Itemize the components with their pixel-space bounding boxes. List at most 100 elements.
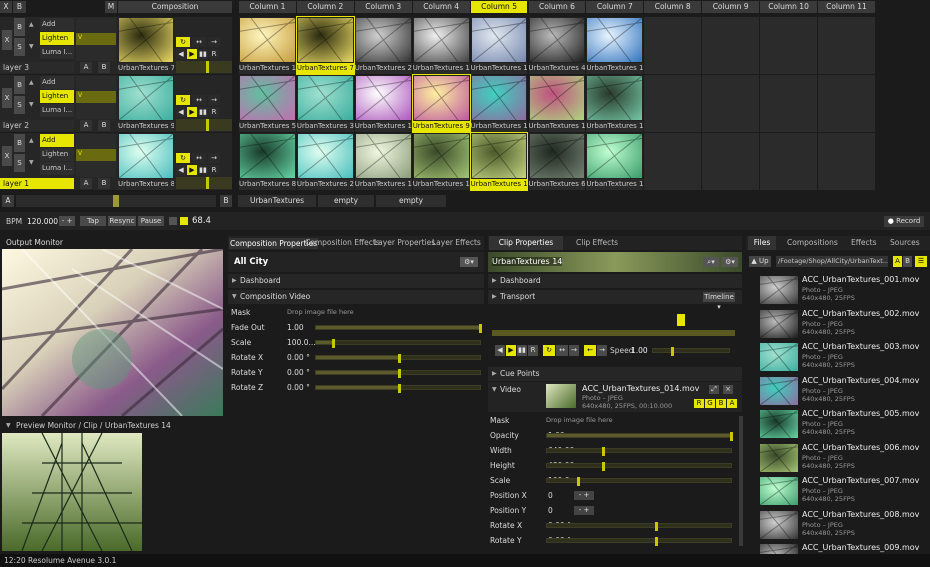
close-icon[interactable]: × xyxy=(723,385,733,394)
layer-opacity-fader[interactable]: V xyxy=(76,134,116,177)
slider-knob[interactable] xyxy=(655,522,658,531)
param-slider[interactable] xyxy=(546,432,733,441)
empty-clip-slot[interactable] xyxy=(818,17,875,74)
param-slider[interactable] xyxy=(315,384,481,393)
slider-knob[interactable] xyxy=(602,447,605,456)
composition-title[interactable]: Composition xyxy=(118,1,232,13)
transport-timeline[interactable] xyxy=(492,314,735,336)
restart-button[interactable]: R xyxy=(528,345,538,356)
resync-button[interactable]: Resync xyxy=(108,216,136,226)
play-button[interactable]: ▶ xyxy=(506,345,516,356)
collapse-icon[interactable]: ▼ xyxy=(6,422,11,429)
clip-slot[interactable]: UrbanTextures 12 xyxy=(239,17,296,74)
layer-deck-b-button[interactable]: B xyxy=(98,178,110,189)
param-value[interactable]: 0 xyxy=(548,488,553,503)
metronome-toggle[interactable] xyxy=(169,217,177,225)
param-slider[interactable] xyxy=(546,447,732,456)
empty-clip-slot[interactable] xyxy=(818,75,875,132)
slider-knob[interactable] xyxy=(398,369,401,378)
tap-button[interactable]: Tap xyxy=(80,216,106,226)
blend-mode-option[interactable]: Luma I... xyxy=(40,104,74,117)
path-dropdown[interactable]: /Footage/Shop/AllCity/UrbanText... xyxy=(776,256,888,267)
file-item[interactable]: ACC_UrbanTextures_008.mov Photo – JPEG 64… xyxy=(760,509,919,541)
blend-mode-option[interactable]: Luma I... xyxy=(40,46,74,59)
pause-icon[interactable]: ▮▮ xyxy=(198,107,208,117)
channel-b-button[interactable]: B xyxy=(716,399,726,408)
clip-slot[interactable]: UrbanTextures 4 xyxy=(528,17,586,74)
deck-b-toggle[interactable]: B xyxy=(903,256,912,267)
clip-slot[interactable]: UrbanTextures 3 xyxy=(296,75,354,132)
restart-icon[interactable]: R xyxy=(209,49,219,59)
clip-position-bar[interactable] xyxy=(176,61,232,73)
comp-clear-button[interactable]: X xyxy=(0,1,12,13)
clip-slot[interactable]: UrbanTextures 1 xyxy=(528,75,586,132)
pause-button[interactable]: Pause xyxy=(138,216,164,226)
layer-name[interactable]: layer 2 xyxy=(0,120,74,131)
deck-item[interactable]: UrbanTextures xyxy=(238,195,316,207)
empty-clip-slot[interactable] xyxy=(760,133,817,190)
slider-knob[interactable] xyxy=(730,432,733,441)
file-item[interactable]: ACC_UrbanTextures_005.mov Photo – JPEG 64… xyxy=(760,408,919,440)
empty-clip-slot[interactable] xyxy=(644,17,702,74)
column-header[interactable]: Column 10 xyxy=(760,1,817,13)
param-slider[interactable] xyxy=(315,354,481,363)
slider-knob[interactable] xyxy=(479,324,482,333)
clip-slot[interactable]: UrbanTextures 7 xyxy=(295,16,355,75)
channel-r-button[interactable]: R xyxy=(694,399,704,408)
play-once-icon[interactable]: → xyxy=(208,37,220,47)
timeline-dropdown[interactable]: Timeline ▾ xyxy=(703,292,735,311)
column-header[interactable]: Column 2 xyxy=(296,1,354,13)
record-button[interactable]: ● Record xyxy=(884,216,924,227)
gear-icon[interactable]: ⚙▾ xyxy=(722,257,738,267)
restart-icon[interactable]: R xyxy=(209,107,219,117)
slider-knob[interactable] xyxy=(671,347,674,356)
clip-slot[interactable]: UrbanTextures 15 xyxy=(586,75,644,132)
reverse-icon[interactable]: ◀ xyxy=(176,49,186,59)
file-item[interactable]: ACC_UrbanTextures_002.mov Photo – JPEG 64… xyxy=(760,308,919,340)
param-value[interactable]: 0.00 ° xyxy=(287,350,310,365)
bounce-icon[interactable]: ↔ xyxy=(192,153,206,163)
bounce-icon[interactable]: ↔ xyxy=(192,37,206,47)
loop-icon[interactable]: ↻ xyxy=(176,153,190,163)
param-slider[interactable] xyxy=(546,477,732,486)
transport-header[interactable]: ▶ Transport Timeline ▾ xyxy=(488,290,742,311)
layer-current-clip[interactable]: UrbanTextures 7 xyxy=(118,17,174,74)
layer-clear-button[interactable]: X xyxy=(2,146,12,166)
bounce-icon[interactable]: ↔ xyxy=(192,95,206,105)
comp-bypass-button[interactable]: B xyxy=(13,1,26,13)
layer-up-icon[interactable]: ▲ xyxy=(29,21,34,28)
column-header[interactable]: Column 9 xyxy=(702,1,760,13)
empty-clip-slot[interactable] xyxy=(702,133,760,190)
tab-effects[interactable]: Effects xyxy=(851,238,877,247)
list-view-icon[interactable]: ☰ xyxy=(915,256,927,267)
position-knob[interactable] xyxy=(206,119,209,131)
deck-a-button[interactable]: A xyxy=(2,195,14,207)
channel-a-button[interactable]: A xyxy=(727,399,737,408)
deck-item[interactable]: empty xyxy=(318,195,374,207)
clip-slot[interactable]: UrbanTextures 18 xyxy=(586,133,644,190)
clip-slot[interactable]: UrbanTextures 19 xyxy=(470,75,528,132)
slider-knob[interactable] xyxy=(398,384,401,393)
speed-slider[interactable] xyxy=(652,347,730,356)
play-icon[interactable]: ▶ xyxy=(187,165,197,175)
empty-clip-slot[interactable] xyxy=(702,17,760,74)
empty-clip-slot[interactable] xyxy=(760,75,817,132)
loop-icon[interactable]: ↻ xyxy=(543,345,555,356)
column-header[interactable]: Column 7 xyxy=(586,1,644,13)
comp-master-button[interactable]: M xyxy=(105,1,117,13)
tab-layer-effects[interactable]: Layer Effects xyxy=(432,238,481,247)
column-header[interactable]: Column 11 xyxy=(818,1,875,13)
clip-dashboard-header[interactable]: ▶ Dashboard xyxy=(488,274,742,288)
layer-solo-button[interactable]: S xyxy=(14,154,25,172)
clip-slot[interactable]: UrbanTextures 13 xyxy=(354,75,412,132)
param-stepper[interactable]: - + xyxy=(574,491,594,500)
file-item[interactable]: ACC_UrbanTextures_003.mov Photo – JPEG 64… xyxy=(760,341,919,373)
slider-knob[interactable] xyxy=(332,339,335,348)
mask-drop-zone[interactable]: Drop image file here xyxy=(287,305,354,320)
tab-composition-effects[interactable]: Composition Effects xyxy=(305,238,380,247)
collapse-icon[interactable]: ▼ xyxy=(492,386,497,393)
blend-mode-option[interactable]: Luma I... xyxy=(40,162,74,175)
tab-clip-properties[interactable]: Clip Properties xyxy=(489,236,563,250)
param-slider[interactable] xyxy=(546,522,732,531)
empty-clip-slot[interactable] xyxy=(818,133,875,190)
